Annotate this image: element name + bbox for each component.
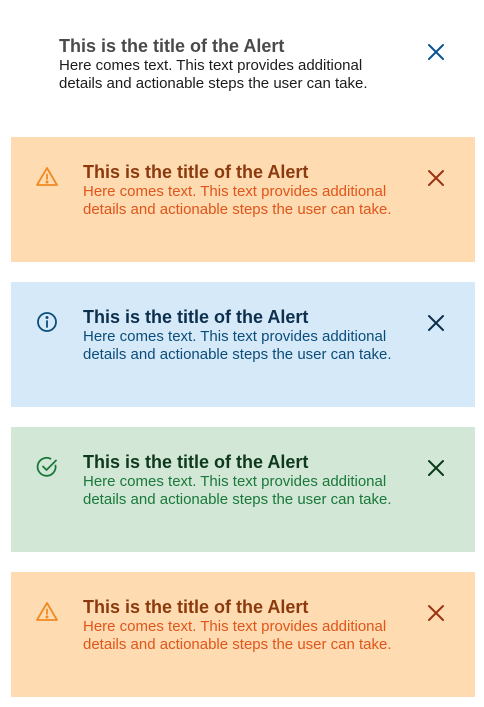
alert-plain: This is the title of the Alert Here come…	[11, 24, 475, 104]
alert-title: This is the title of the Alert	[83, 307, 309, 327]
info-icon	[35, 310, 59, 334]
check-circle-icon	[35, 455, 59, 479]
alert-body: Here comes text. This text provides addi…	[83, 473, 392, 508]
alert-info: This is the title of the Alert Here come…	[11, 282, 475, 407]
alert-success: This is the title of the Alert Here come…	[11, 427, 475, 552]
close-icon[interactable]	[425, 457, 447, 479]
alert-body: Here comes text. This text provides addi…	[83, 618, 392, 653]
close-icon[interactable]	[425, 602, 447, 624]
warning-icon	[35, 165, 59, 189]
alert-body: Here comes text. This text provides addi…	[83, 328, 392, 363]
alert-title: This is the title of the Alert	[83, 452, 309, 472]
alert-title: This is the title of the Alert	[83, 162, 309, 182]
close-icon[interactable]	[425, 312, 447, 334]
close-icon[interactable]	[425, 167, 447, 189]
alert-warning: This is the title of the Alert Here come…	[11, 137, 475, 262]
alert-body: Here comes text. This text provides addi…	[59, 57, 368, 92]
alert-title: This is the title of the Alert	[83, 597, 309, 617]
alert-body: Here comes text. This text provides addi…	[83, 183, 392, 218]
alert-title: This is the title of the Alert	[59, 36, 285, 56]
alert-warning: This is the title of the Alert Here come…	[11, 572, 475, 697]
warning-icon	[35, 600, 59, 624]
close-icon[interactable]	[425, 41, 447, 63]
